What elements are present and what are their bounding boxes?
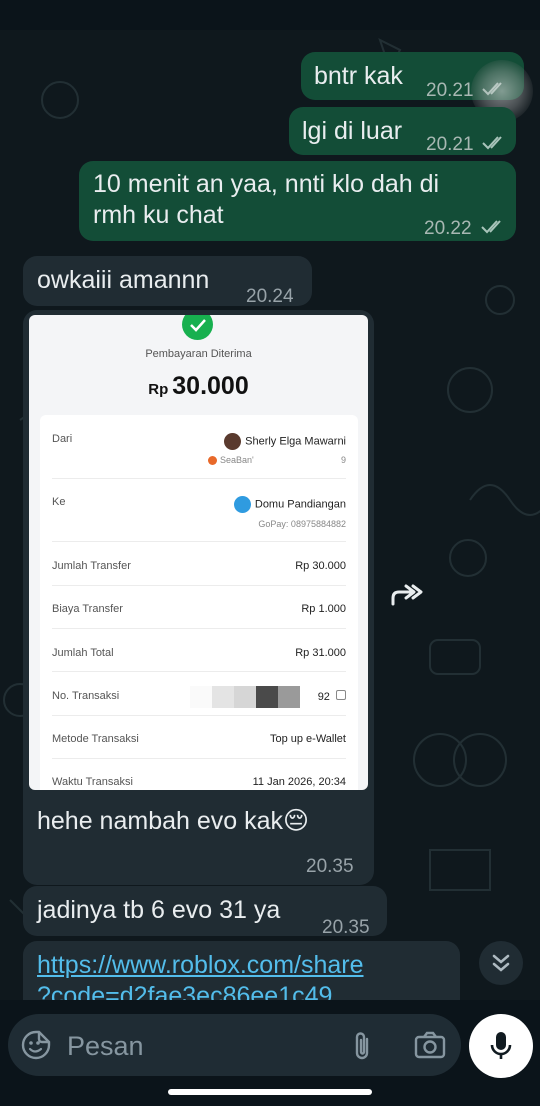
receipt-row: Waktu Transaksi 11 Jan 2026, 20:34 [52,776,346,788]
home-indicator [168,1089,372,1095]
row-value: 11 Jan 2026, 20:34 [252,776,346,788]
from-sub: SeaBan' [220,455,254,465]
camera-icon[interactable] [414,1031,446,1064]
receipt-amount: Rp 30.000 [29,372,368,401]
row-label: Jumlah Total [52,647,114,659]
divider [52,758,346,759]
message-text: lgi di luar [302,117,403,145]
receipt-row: Metode Transaksi Top up e-Wallet [52,733,346,745]
message-placeholder: Pesan [67,1031,144,1061]
receipt-row: Jumlah Total Rp 31.000 [52,647,346,659]
divider [52,628,346,629]
row-label: Biaya Transfer [52,603,123,615]
redacted-block [278,686,300,708]
message-bubble-incoming[interactable]: jadinya tb 6 evo 31 ya 20.35 [23,886,387,938]
sender-avatar [224,433,242,450]
receipt-title: Pembayaran Diterima [145,348,252,360]
attachment-paperclip-icon[interactable] [350,1029,374,1068]
row-label: Jumlah Transfer [52,560,131,572]
read-ticks-icon [481,129,507,160]
forward-icon[interactable] [390,580,424,615]
message-input[interactable]: Pesan [8,1014,461,1076]
transaction-id-value: 92 [318,690,346,703]
divider [52,541,346,542]
microphone-icon [490,1032,512,1059]
amount-value: 30.000 [172,372,249,400]
divider [52,671,346,672]
message-time: 20.22 [424,218,472,239]
read-ticks-icon [480,213,506,244]
amount-currency: Rp [148,381,169,398]
checkmark-icon [182,315,213,340]
message-text-line1: 10 menit an yaa, nnti klo dah di [93,170,440,198]
redacted-block [256,686,278,708]
status-bar [0,0,540,30]
row-value: Rp 1.000 [301,603,346,615]
to-label: Ke [52,496,66,508]
from-sub-end: 9 [340,455,346,465]
sticker-icon[interactable] [21,1030,51,1065]
row-value: Rp 30.000 [295,560,346,572]
row-label: Metode Transaksi [52,733,139,745]
divider [52,585,346,586]
receipt-row: Biaya Transfer Rp 1.000 [52,603,346,615]
payment-receipt-image[interactable]: Pembayaran Diterima Rp 30.000 Dari Sherly… [29,315,368,790]
message-text-line2: rmh ku chat [93,201,224,229]
wallet-icon [233,496,251,513]
to-value: Domu Pandiangan [233,496,346,513]
to-name: Domu Pandiangan [254,498,346,511]
receipt-row: Jumlah Transfer Rp 30.000 [52,560,346,572]
message-text: hehe nambah evo kak😔 [37,807,310,835]
receipt-details-card: Dari Sherly Elga Mawarni SeaBan' 9 Ke Do… [40,415,358,790]
message-composer: Pesan [0,1000,540,1106]
redacted-block [212,686,234,708]
from-bank: SeaBan' [208,455,254,466]
from-name: Sherly Elga Mawarni [245,435,346,448]
from-value: Sherly Elga Mawarni [224,433,346,450]
message-text: owkaiii amannn [37,266,210,294]
receipt-row-transaction-id: No. Transaksi 92 [52,686,346,708]
voice-message-button[interactable] [469,1014,533,1078]
redacted-block [234,686,256,708]
message-time: 20.35 [322,917,370,938]
from-label: Dari [52,433,73,445]
link-line1: https://www.roblox.com/share [37,951,364,979]
message-time: 20.35 [306,856,354,877]
message-bubble-outgoing[interactable]: 10 menit an yaa, nnti klo dah di rmh ku … [79,161,516,241]
message-bubble-outgoing[interactable]: lgi di luar 20.21 [289,107,516,155]
double-chevron-down-icon [492,954,510,972]
row-label: No. Transaksi [52,690,120,702]
message-time: 20.24 [246,286,294,307]
row-value: Rp 31.000 [295,647,346,659]
receipt-row-from: Dari Sherly Elga Mawarni [52,433,346,450]
message-bubble-incoming[interactable]: owkaiii amannn 20.24 [23,256,312,307]
to-sub: GoPay: 08975884882 [258,519,346,529]
message-time: 20.21 [426,80,474,101]
row-label: Waktu Transaksi [52,776,133,788]
copy-icon [336,690,346,700]
message-text: jadinya tb 6 evo 31 ya [37,896,281,924]
row-value: 92 [317,691,330,703]
divider [52,715,346,716]
bank-icon [208,456,217,466]
row-value: Top up e-Wallet [269,733,346,745]
message-text: bntr kak [314,62,403,90]
scroll-down-button[interactable] [479,941,523,985]
message-time: 20.21 [426,134,474,155]
receipt-row-to: Ke Domu Pandiangan [52,496,346,513]
redacted-block [190,686,212,708]
divider [52,478,346,479]
